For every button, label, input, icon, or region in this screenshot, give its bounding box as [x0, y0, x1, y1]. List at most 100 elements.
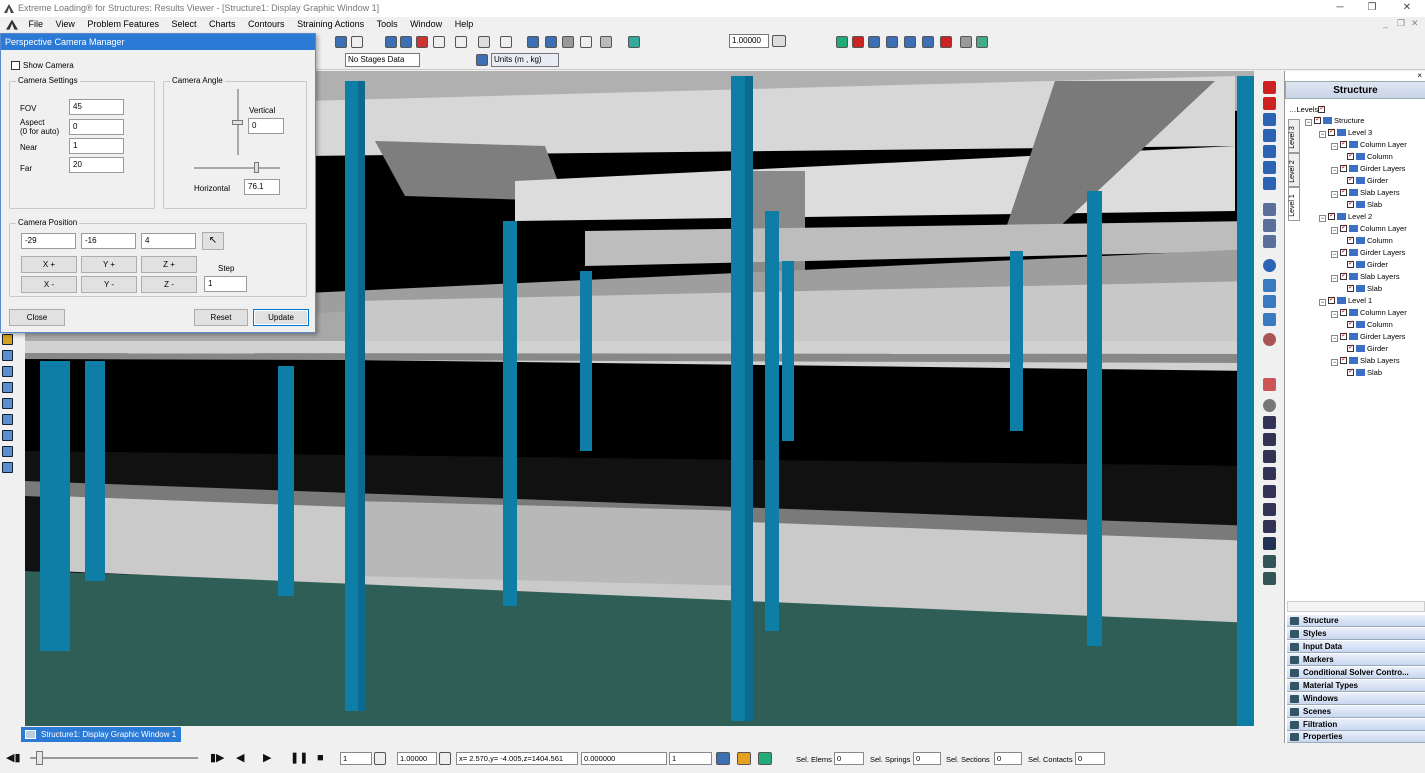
box-icon[interactable]	[2, 430, 13, 441]
wire-view-icon[interactable]	[886, 36, 898, 48]
maximize-button[interactable]: ❐	[1357, 0, 1387, 17]
scale-status-spinner[interactable]	[439, 752, 451, 765]
tree-node-column[interactable]: Column	[1347, 150, 1393, 163]
menu-file[interactable]: File	[24, 17, 49, 32]
tree-node-slab[interactable]: Slab	[1347, 282, 1382, 295]
frame-field[interactable]: 1	[340, 752, 372, 765]
minimize-button[interactable]: ─	[1325, 0, 1355, 17]
box-icon[interactable]	[2, 462, 13, 473]
section-view-icon[interactable]	[922, 36, 934, 48]
zoom-all-icon[interactable]	[1263, 520, 1276, 533]
zoom-fit-icon[interactable]	[1263, 485, 1276, 498]
step-back-icon[interactable]: ▮▶	[210, 752, 225, 764]
far-field[interactable]: 20	[69, 157, 124, 173]
accordion-scenes[interactable]: Scenes	[1287, 706, 1425, 718]
box-icon[interactable]	[2, 366, 13, 377]
fit-icon[interactable]	[1263, 295, 1276, 308]
panel-close-icon[interactable]: ×	[1417, 71, 1422, 80]
hide-element-icon[interactable]	[1263, 203, 1276, 216]
tree-node-column[interactable]: Column	[1347, 318, 1393, 331]
zoom-out-icon[interactable]	[1263, 450, 1276, 463]
pan-icon[interactable]	[1263, 399, 1276, 412]
tree-node-girder[interactable]: Girder	[1347, 174, 1388, 187]
movie-icon[interactable]	[758, 752, 772, 765]
horizontal-slider-thumb[interactable]	[254, 162, 259, 173]
tab-level-3[interactable]: Level 3	[1288, 119, 1300, 153]
export-icon[interactable]	[628, 36, 640, 48]
zoom-icon[interactable]	[1263, 416, 1276, 429]
units-button[interactable]: Units (m , kg)	[491, 53, 559, 67]
tree-node-column-layer[interactable]: −Column Layer	[1331, 306, 1407, 319]
frame-slider-track[interactable]	[30, 757, 198, 759]
mdi-close-button[interactable]: ✕	[1411, 18, 1419, 29]
box-icon[interactable]	[2, 382, 13, 393]
position-x-field[interactable]: -29	[21, 233, 76, 249]
y-minus-button[interactable]: Y -	[81, 276, 137, 293]
frame-spinner[interactable]	[374, 752, 386, 765]
sphere-icon[interactable]	[1263, 259, 1276, 272]
box-icon[interactable]	[2, 414, 13, 425]
menu-straining-actions[interactable]: Straining Actions	[292, 17, 369, 32]
menu-view[interactable]: View	[51, 17, 80, 32]
mesh-icon[interactable]	[562, 36, 574, 48]
zoom-in-icon[interactable]	[1263, 433, 1276, 446]
accordion-conditional-solver[interactable]: Conditional Solver Contro...	[1287, 667, 1425, 679]
target-icon[interactable]	[1263, 333, 1276, 346]
reset-button[interactable]: Reset	[194, 309, 248, 326]
tool-icon[interactable]	[1263, 235, 1276, 248]
menu-tools[interactable]: Tools	[372, 17, 403, 32]
tree-node-girder-layers[interactable]: −Girder Layers	[1331, 246, 1405, 259]
close-button[interactable]: Close	[9, 309, 65, 326]
record-icon[interactable]	[737, 752, 751, 765]
vertical-field[interactable]: 0	[248, 118, 284, 134]
scale-spinner[interactable]	[772, 35, 786, 47]
tree-node-slab[interactable]: Slab	[1347, 366, 1382, 379]
tree-node-girder[interactable]: Girder	[1347, 342, 1388, 355]
aspect-field[interactable]: 0	[69, 119, 124, 135]
tree-node-girder-layers[interactable]: −Girder Layers	[1331, 330, 1405, 343]
scale-status-field[interactable]: 1.00000	[397, 752, 437, 765]
shaded-view-icon[interactable]	[904, 36, 916, 48]
menu-contours[interactable]: Contours	[243, 17, 290, 32]
red-cube-icon[interactable]	[1263, 97, 1276, 110]
contour-icon[interactable]	[500, 36, 512, 48]
cube-icon[interactable]	[1263, 145, 1276, 158]
menu-select[interactable]: Select	[166, 17, 201, 32]
accordion-windows[interactable]: Windows	[1287, 693, 1425, 705]
crack-icon[interactable]	[580, 36, 592, 48]
rewind-icon[interactable]: ◀▮	[6, 752, 21, 764]
accordion-input-data[interactable]: Input Data	[1287, 641, 1425, 653]
tree-node-slab-layers[interactable]: −Slab Layers	[1331, 270, 1400, 283]
accordion-properties[interactable]: Properties	[1287, 731, 1425, 743]
tree-node-slab-layers[interactable]: −Slab Layers	[1331, 354, 1400, 367]
mdi-restore-button[interactable]: ❐	[1397, 18, 1405, 29]
z-minus-button[interactable]: Z -	[141, 276, 197, 293]
zoom-window-icon[interactable]	[1263, 467, 1276, 480]
view-front-icon[interactable]	[385, 36, 397, 48]
red-cube-icon[interactable]	[1263, 81, 1276, 94]
update-button[interactable]: Update	[253, 309, 309, 326]
zoom-extent-icon[interactable]	[1263, 503, 1276, 516]
tree-node-column-layer[interactable]: −Column Layer	[1331, 138, 1407, 151]
layers-icon[interactable]	[545, 36, 557, 48]
tree-horizontal-scrollbar[interactable]	[1287, 601, 1425, 612]
pick-position-button[interactable]: ↖	[202, 232, 224, 250]
fov-field[interactable]: 45	[69, 99, 124, 115]
rotate-icon[interactable]	[1263, 537, 1276, 550]
highlight-icon[interactable]	[940, 36, 952, 48]
tree-node-column[interactable]: Column	[1347, 234, 1393, 247]
walk-icon[interactable]	[1263, 555, 1276, 568]
pause-icon[interactable]: ❚❚	[290, 752, 308, 764]
view-options-icon[interactable]	[351, 36, 363, 48]
play-icon[interactable]: ▶	[263, 752, 271, 764]
menu-window[interactable]: Window	[405, 17, 447, 32]
box-icon[interactable]	[2, 350, 13, 361]
grid-icon[interactable]	[478, 36, 490, 48]
accordion-filtration[interactable]: Filtration	[1287, 719, 1425, 731]
filter-icon[interactable]	[527, 36, 539, 48]
hide-icon[interactable]	[960, 36, 972, 48]
position-y-field[interactable]: -16	[81, 233, 136, 249]
prev-icon[interactable]: ◀	[236, 752, 244, 764]
horizontal-slider-track[interactable]	[194, 167, 280, 169]
cube-icon[interactable]	[1263, 177, 1276, 190]
